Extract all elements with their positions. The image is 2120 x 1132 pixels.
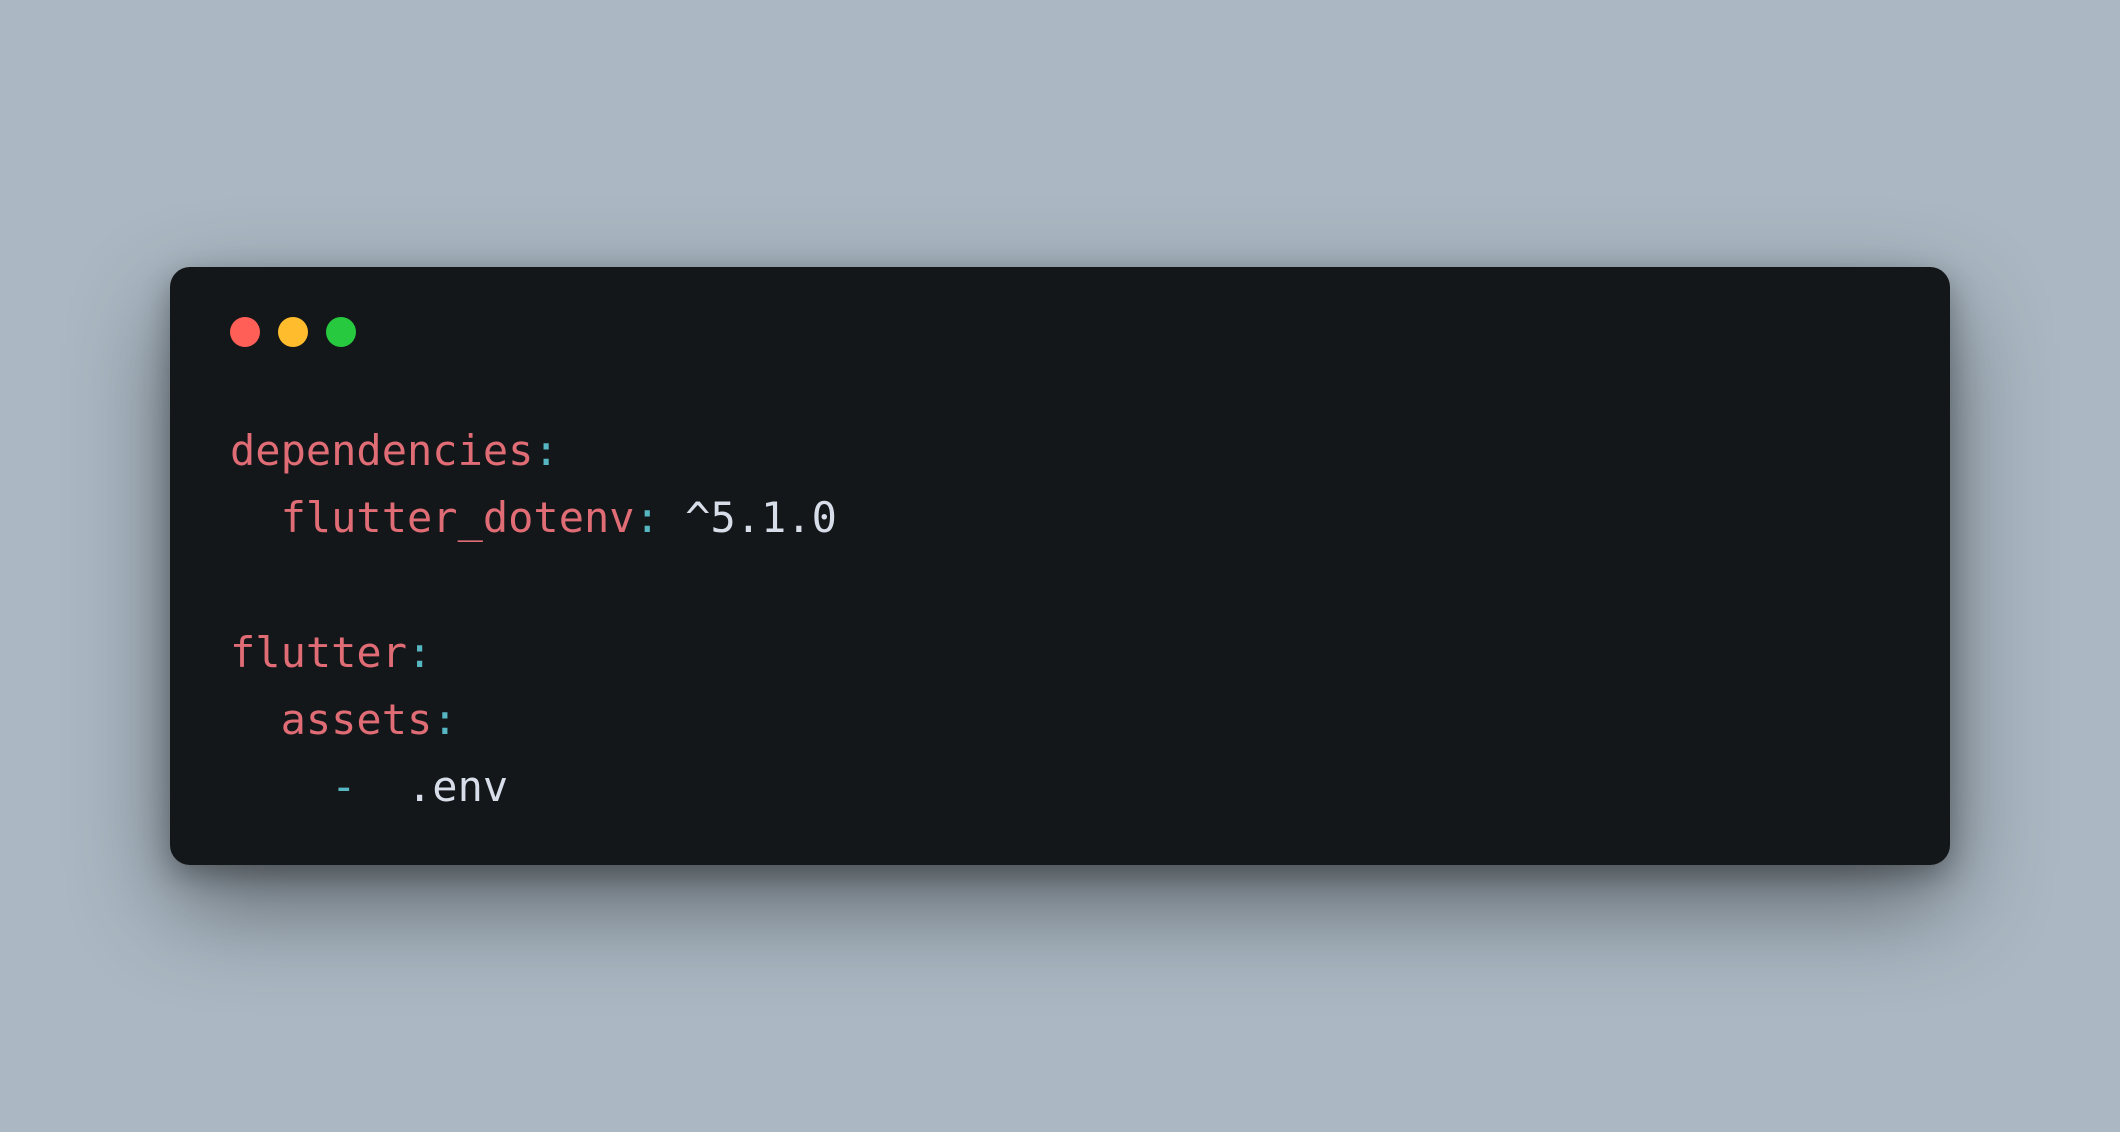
- yaml-key: flutter_dotenv: [230, 493, 635, 542]
- yaml-value: ^5.1.0: [685, 493, 837, 542]
- yaml-dash: -: [230, 762, 382, 811]
- code-block: dependencies: flutter_dotenv: ^5.1.0 flu…: [230, 417, 1890, 820]
- yaml-colon: :: [533, 426, 558, 475]
- yaml-colon: :: [432, 695, 457, 744]
- yaml-key: flutter: [230, 628, 407, 677]
- minimize-icon[interactable]: [278, 317, 308, 347]
- window-controls: [230, 317, 1890, 347]
- yaml-key: assets: [230, 695, 432, 744]
- close-icon[interactable]: [230, 317, 260, 347]
- yaml-colon: :: [635, 493, 686, 542]
- yaml-key: dependencies: [230, 426, 533, 475]
- code-window: dependencies: flutter_dotenv: ^5.1.0 flu…: [170, 267, 1950, 865]
- maximize-icon[interactable]: [326, 317, 356, 347]
- yaml-colon: :: [407, 628, 432, 677]
- yaml-value: .env: [382, 762, 508, 811]
